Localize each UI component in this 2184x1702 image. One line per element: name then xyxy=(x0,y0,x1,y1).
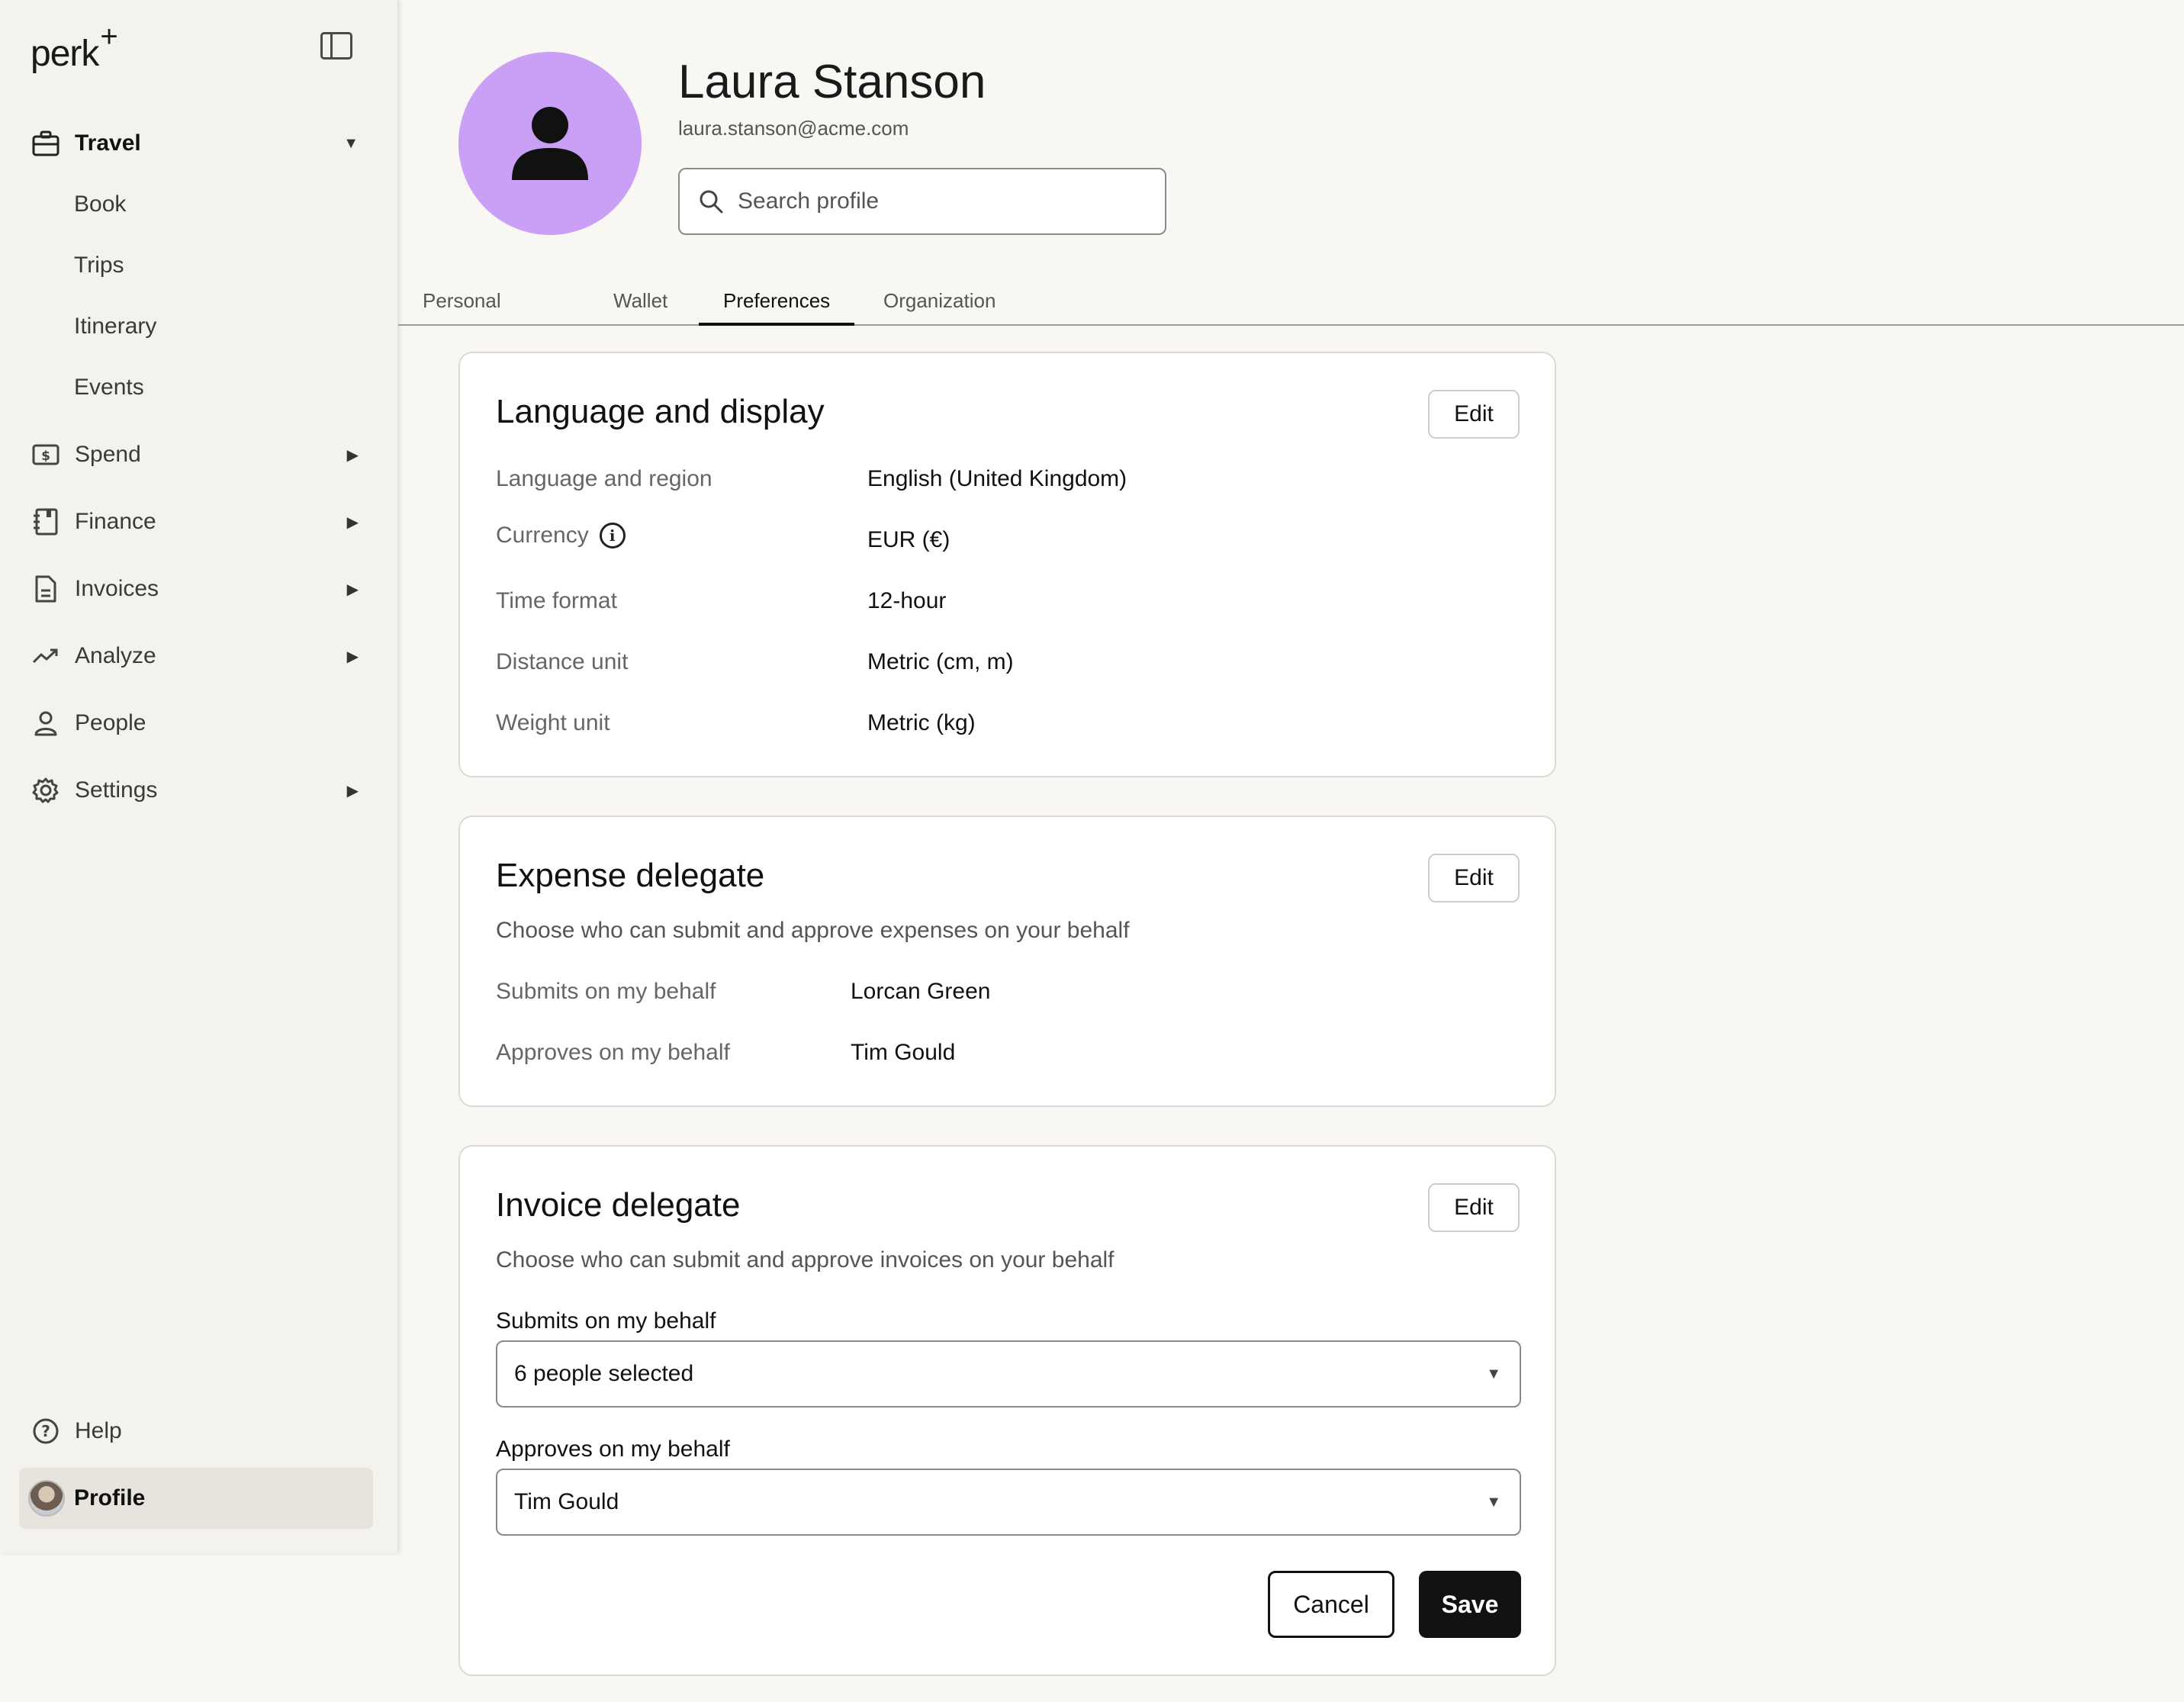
invoice-submitters-select[interactable]: 6 people selected ▼ xyxy=(496,1340,1521,1408)
weight-unit-value: Metric (kg) xyxy=(867,710,976,735)
avatar xyxy=(28,1480,65,1517)
submits-field-label: Submits on my behalf xyxy=(496,1308,716,1334)
card-description: Choose who can submit and approve invoic… xyxy=(496,1247,1115,1272)
chevron-right-icon: ▶ xyxy=(346,648,359,665)
sidebar: perk+ Travel ▼ Book Trips Itinerary Even… xyxy=(0,0,398,1553)
ledger-icon xyxy=(31,507,61,537)
help-circle-icon: ? xyxy=(31,1416,61,1446)
select-value: Tim Gould xyxy=(514,1489,619,1514)
language-region-value: English (United Kingdom) xyxy=(867,466,1127,491)
chevron-down-icon: ▼ xyxy=(1486,1365,1501,1382)
sidebar-item-label: People xyxy=(75,710,146,735)
sidebar-item-finance[interactable]: Finance ▶ xyxy=(31,499,359,545)
trend-icon xyxy=(31,641,61,671)
sidebar-subitem-events[interactable]: Events xyxy=(74,368,144,407)
select-value: 6 people selected xyxy=(514,1361,694,1386)
approves-field-label: Approves on my behalf xyxy=(496,1437,730,1462)
tab-organization[interactable]: Organization xyxy=(859,278,1020,326)
sidebar-toggle-icon[interactable] xyxy=(320,32,352,60)
profile-name: Laura Stanson xyxy=(678,56,986,108)
sidebar-item-profile[interactable]: Profile xyxy=(19,1468,373,1529)
sidebar-item-label: Travel xyxy=(75,130,141,156)
edit-expense-button[interactable]: Edit xyxy=(1428,854,1520,902)
row-label: Weight unit xyxy=(496,710,610,735)
sidebar-subitem-book[interactable]: Book xyxy=(74,185,126,224)
sidebar-item-label: Invoices xyxy=(75,576,159,601)
app: perk+ Travel ▼ Book Trips Itinerary Even… xyxy=(0,0,2184,1702)
sidebar-item-label: Settings xyxy=(75,777,158,803)
sidebar-item-invoices[interactable]: Invoices ▶ xyxy=(31,566,359,612)
edit-invoice-button[interactable]: Edit xyxy=(1428,1183,1520,1232)
save-button[interactable]: Save xyxy=(1419,1571,1521,1638)
sidebar-item-label: Spend xyxy=(75,442,141,467)
profile-tabs: Personal Wallet Preferences Organization xyxy=(398,271,2184,326)
sidebar-item-label: Help xyxy=(75,1418,122,1443)
briefcase-icon xyxy=(31,128,61,159)
gear-icon xyxy=(31,775,61,806)
sidebar-item-label: Analyze xyxy=(75,643,156,668)
search-profile-field[interactable] xyxy=(678,168,1166,235)
sidebar-item-travel[interactable]: Travel ▼ xyxy=(31,121,359,166)
tab-preferences[interactable]: Preferences xyxy=(699,278,855,326)
language-display-card: Language and display Edit Language and r… xyxy=(458,352,1556,777)
sidebar-item-spend[interactable]: $ Spend ▶ xyxy=(31,432,359,478)
expense-submitter-value: Lorcan Green xyxy=(851,979,991,1004)
perk-logo[interactable]: perk+ xyxy=(31,20,118,75)
user-silhouette-icon xyxy=(512,107,588,180)
profile-avatar[interactable] xyxy=(458,52,642,235)
tab-wallet[interactable]: Wallet xyxy=(589,278,692,326)
row-label: Approves on my behalf xyxy=(496,1040,730,1065)
card-title: Language and display xyxy=(496,393,825,430)
row-label: Time format xyxy=(496,588,617,613)
svg-text:?: ? xyxy=(41,1422,50,1440)
tab-personal[interactable]: Personal xyxy=(398,278,526,326)
person-icon xyxy=(31,708,61,738)
chevron-right-icon: ▶ xyxy=(346,782,359,800)
currency-value: EUR (€) xyxy=(867,527,950,552)
logo-mark: + xyxy=(100,20,117,53)
info-icon[interactable]: i xyxy=(599,523,626,549)
row-label: Currency xyxy=(496,523,589,548)
row-label: Language and region xyxy=(496,466,712,491)
card-title: Invoice delegate xyxy=(496,1186,741,1224)
expense-approver-value: Tim Gould xyxy=(851,1040,956,1065)
sidebar-item-help[interactable]: ? Help xyxy=(31,1408,359,1454)
chevron-down-icon: ▼ xyxy=(1486,1493,1501,1511)
row-label: Submits on my behalf xyxy=(496,979,716,1004)
invoice-approver-select[interactable]: Tim Gould ▼ xyxy=(496,1469,1521,1536)
search-icon xyxy=(700,190,723,214)
currency-label: Currency i xyxy=(496,523,626,549)
row-label: Distance unit xyxy=(496,649,629,674)
chevron-down-icon: ▼ xyxy=(343,134,359,152)
cash-icon: $ xyxy=(31,439,61,470)
sidebar-subitem-itinerary[interactable]: Itinerary xyxy=(74,307,156,346)
document-icon xyxy=(31,574,61,604)
sidebar-item-label: Profile xyxy=(74,1485,146,1511)
profile-email: laura.stanson@acme.com xyxy=(678,117,909,140)
sidebar-item-settings[interactable]: Settings ▶ xyxy=(31,767,359,813)
search-input[interactable] xyxy=(738,188,1134,214)
sidebar-item-people[interactable]: People xyxy=(31,700,359,746)
edit-language-button[interactable]: Edit xyxy=(1428,390,1520,439)
cancel-button[interactable]: Cancel xyxy=(1268,1571,1394,1638)
chevron-right-icon: ▶ xyxy=(346,513,359,531)
chevron-right-icon: ▶ xyxy=(346,581,359,598)
sidebar-item-analyze[interactable]: Analyze ▶ xyxy=(31,633,359,679)
sidebar-subitem-trips[interactable]: Trips xyxy=(74,246,124,285)
svg-text:$: $ xyxy=(41,449,50,464)
distance-unit-value: Metric (cm, m) xyxy=(867,649,1014,674)
card-title: Expense delegate xyxy=(496,857,765,894)
invoice-delegate-card: Invoice delegate Edit Choose who can sub… xyxy=(458,1145,1556,1676)
card-description: Choose who can submit and approve expens… xyxy=(496,918,1130,943)
logo-text: perk xyxy=(31,34,99,74)
sidebar-item-label: Finance xyxy=(75,509,156,534)
time-format-value: 12-hour xyxy=(867,588,947,613)
expense-delegate-card: Expense delegate Edit Choose who can sub… xyxy=(458,816,1556,1107)
chevron-right-icon: ▶ xyxy=(346,446,359,464)
